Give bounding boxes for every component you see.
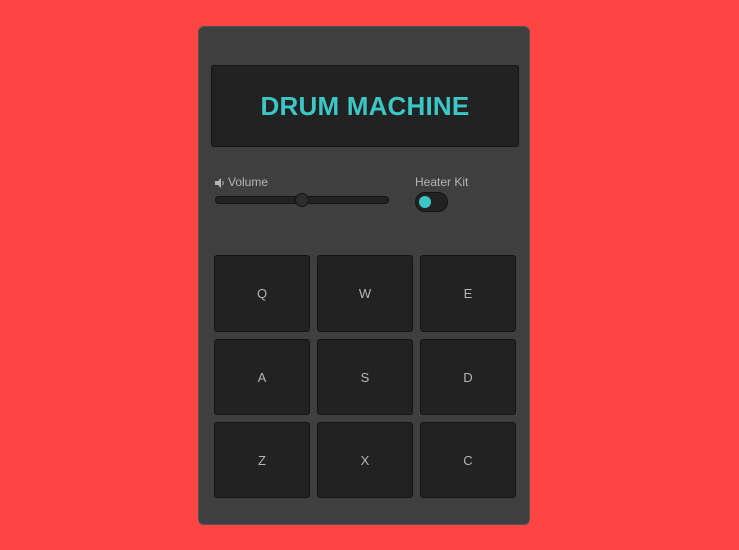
drum-pad-c[interactable]: C	[420, 422, 516, 498]
drum-pad-grid: Q W E A S D Z X C	[214, 255, 516, 498]
volume-slider[interactable]	[215, 193, 389, 207]
bank-toggle[interactable]	[415, 192, 448, 212]
volume-slider-thumb[interactable]	[295, 193, 309, 207]
drum-machine-panel: DRUM MACHINE Volume Heater Kit Q W E A S…	[198, 26, 530, 525]
drum-pad-z[interactable]: Z	[214, 422, 310, 498]
volume-label: Volume	[215, 175, 268, 189]
drum-pad-d[interactable]: D	[420, 339, 516, 415]
speaker-icon	[215, 177, 225, 188]
display-screen: DRUM MACHINE	[211, 65, 519, 147]
display-text: DRUM MACHINE	[260, 90, 470, 121]
drum-pad-e[interactable]: E	[420, 255, 516, 332]
bank-label: Heater Kit	[415, 175, 469, 189]
drum-pad-q[interactable]: Q	[214, 255, 310, 332]
bank-toggle-knob	[419, 196, 431, 208]
drum-pad-x[interactable]: X	[317, 422, 413, 498]
volume-label-text: Volume	[228, 175, 269, 189]
drum-pad-a[interactable]: A	[214, 339, 310, 415]
drum-pad-s[interactable]: S	[317, 339, 413, 415]
drum-pad-w[interactable]: W	[317, 255, 413, 332]
